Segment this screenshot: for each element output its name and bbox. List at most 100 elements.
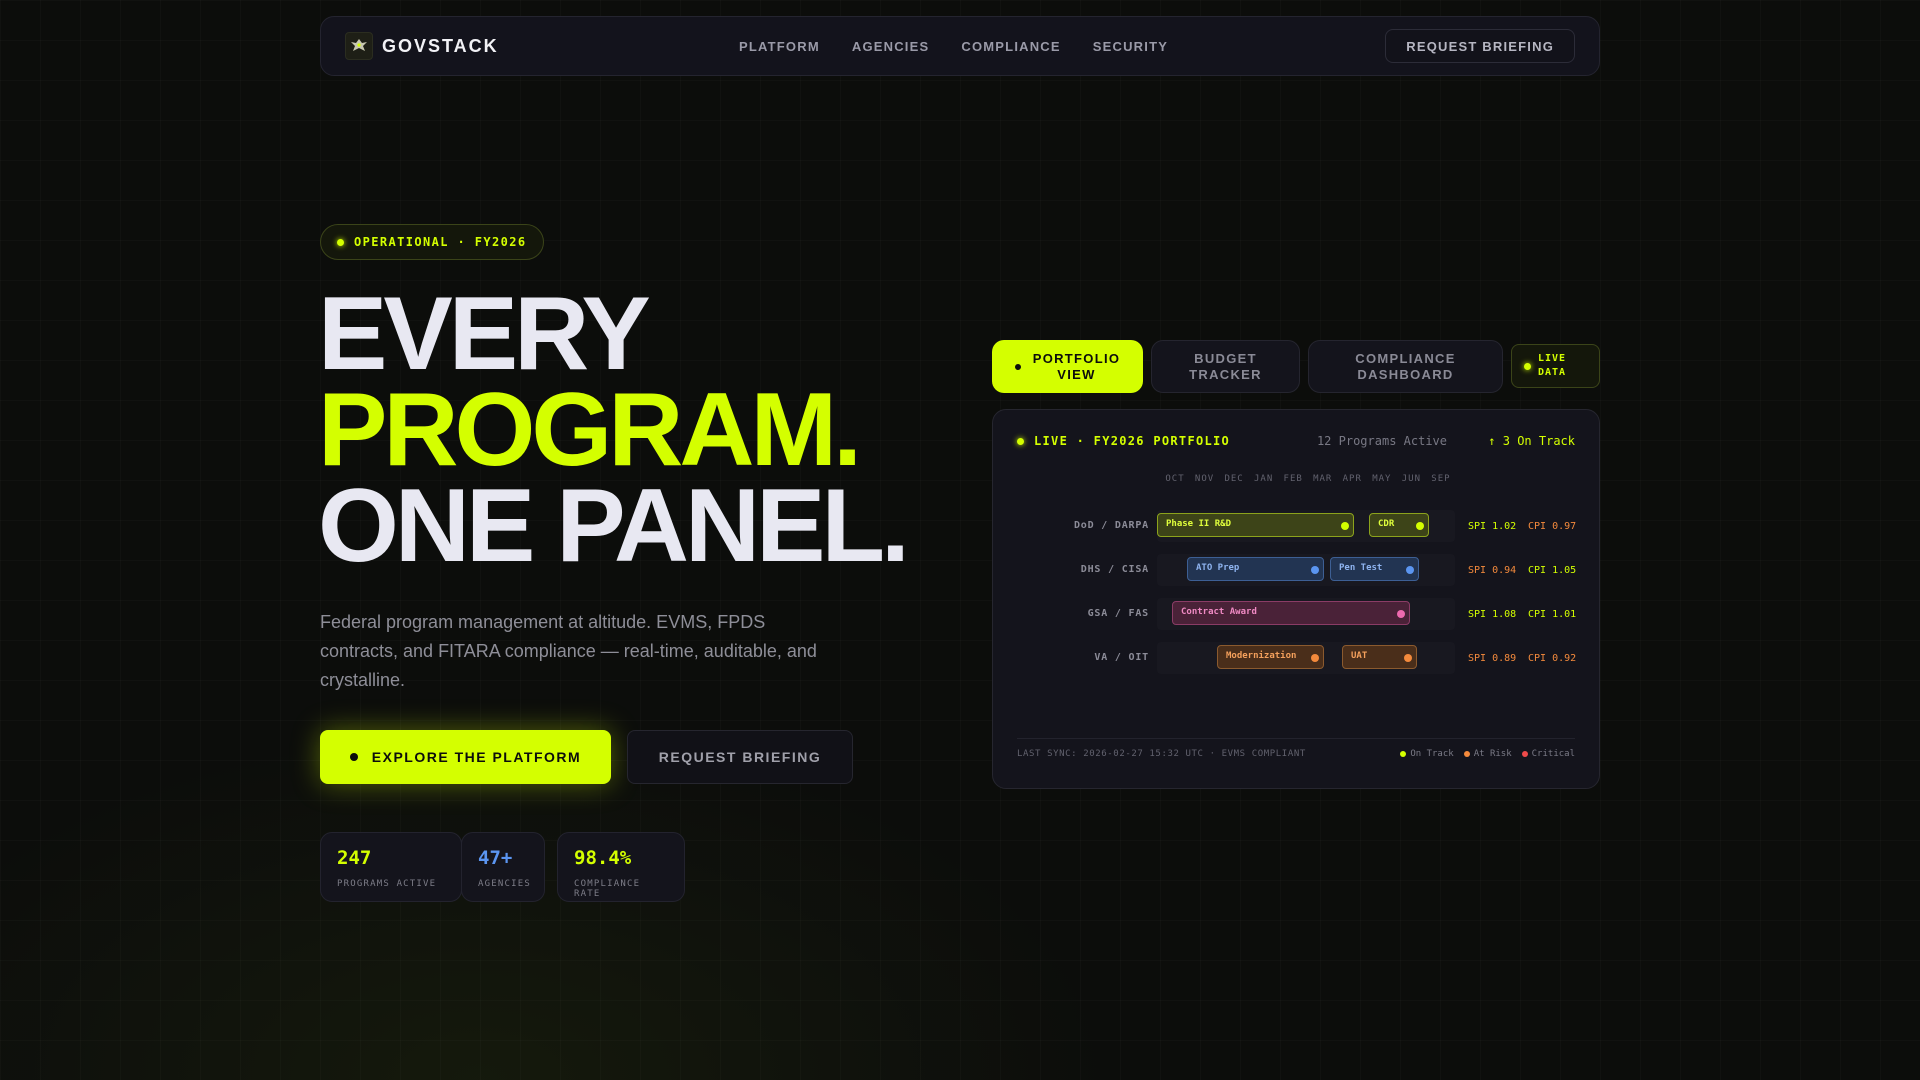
- headline-line-3: ONE PANEL.: [318, 468, 910, 584]
- program-row[interactable]: GSA / FAS Contract Award SPI 1.08 CPI 1.01: [993, 598, 1601, 630]
- month-label: JAN: [1254, 474, 1274, 484]
- milestone-label: Pen Test: [1339, 563, 1383, 573]
- stat-value: 247: [337, 847, 372, 869]
- stat-card-programs: 247 PROGRAMS ACTIVE: [320, 832, 462, 902]
- nav-links: PLATFORM AGENCIES COMPLIANCE SECURITY: [739, 39, 1168, 54]
- tab-label-line-2: VIEW: [1057, 366, 1096, 382]
- programs-active-count: 12 Programs Active: [1316, 434, 1447, 448]
- explore-platform-button[interactable]: EXPLORE THE PLATFORM: [320, 730, 611, 784]
- milestone-dot-icon: [1341, 522, 1349, 530]
- legend-label: At Risk: [1473, 749, 1512, 759]
- button-dot-icon: [349, 753, 358, 761]
- live-data-indicator[interactable]: LIVE DATA: [1511, 344, 1600, 388]
- headline-line-2: PROGRAM.: [318, 372, 862, 488]
- panel-footer: LAST SYNC: 2026-02-27 15:32 UTC · EVMS C…: [1017, 738, 1575, 759]
- tab-label-line-1: BUDGET: [1194, 350, 1257, 366]
- legend-item: At Risk: [1463, 749, 1512, 759]
- stat-label: AGENCIES: [478, 879, 531, 889]
- tab-portfolio-view[interactable]: PORTFOLIO VIEW: [992, 340, 1143, 393]
- legend-label: Critical: [1531, 749, 1575, 759]
- month-label: FEB: [1283, 474, 1303, 484]
- spi-metric: SPI 1.02: [1468, 521, 1517, 532]
- legend-item: Critical: [1521, 749, 1575, 759]
- timeline-track: Phase II R&D CDR: [1157, 510, 1455, 542]
- nav-link-platform[interactable]: PLATFORM: [739, 39, 820, 54]
- live-data-label: LIVE DATA: [1538, 353, 1567, 378]
- explore-platform-label: EXPLORE THE PLATFORM: [371, 749, 582, 765]
- panel-title: LIVE · FY2026 PORTFOLIO: [1034, 434, 1231, 448]
- milestone-bar[interactable]: CDR: [1369, 513, 1429, 537]
- nav-request-briefing-button[interactable]: REQUEST BRIEFING: [1385, 29, 1575, 63]
- milestone-bar[interactable]: ATO Prep: [1187, 557, 1324, 581]
- status-badge-text: OPERATIONAL · FY2026: [354, 235, 527, 249]
- status-dot-icon: [337, 238, 344, 246]
- month-label: DEC: [1224, 474, 1244, 484]
- cpi-metric: CPI 1.01: [1528, 609, 1577, 620]
- live-dot-icon: [1524, 362, 1531, 370]
- program-agency-label: DHS / CISA: [1080, 564, 1149, 575]
- milestone-bar[interactable]: Pen Test: [1330, 557, 1419, 581]
- last-sync-text: LAST SYNC: 2026-02-27 15:32 UTC · EVMS C…: [1017, 749, 1306, 759]
- status-legend: On Track At Risk Critical: [1400, 749, 1575, 759]
- spi-metric: SPI 1.08: [1468, 609, 1517, 620]
- month-label: MAY: [1372, 474, 1392, 484]
- milestone-dot-icon: [1406, 566, 1414, 574]
- program-agency-label: VA / OIT: [1094, 652, 1149, 663]
- month-label: MAR: [1313, 474, 1333, 484]
- stat-label: COMPLIANCE RATE: [574, 879, 641, 899]
- milestone-bar[interactable]: Modernization: [1217, 645, 1324, 669]
- nav-link-security[interactable]: SECURITY: [1093, 39, 1168, 54]
- top-nav: GOVSTACK PLATFORM AGENCIES COMPLIANCE SE…: [320, 16, 1600, 76]
- tab-label-line-2: DASHBOARD: [1357, 366, 1454, 382]
- program-row[interactable]: VA / OIT Modernization UAT SPI 0.89 CPI 0.92: [993, 642, 1601, 674]
- brand-logo[interactable]: GOVSTACK: [345, 32, 499, 60]
- milestone-label: CDR: [1378, 519, 1395, 529]
- milestone-label: Phase II R&D: [1166, 519, 1232, 529]
- live-dot-icon: [1017, 437, 1024, 445]
- on-track-count: ↑ 3 On Track: [1488, 434, 1575, 448]
- milestone-bar[interactable]: UAT: [1342, 645, 1417, 669]
- tab-compliance-dashboard[interactable]: COMPLIANCE DASHBOARD: [1308, 340, 1503, 393]
- legend-item: On Track: [1400, 749, 1454, 759]
- nav-link-compliance[interactable]: COMPLIANCE: [961, 39, 1060, 54]
- tab-dot-icon: [1014, 363, 1021, 370]
- month-label: SEP: [1431, 474, 1451, 484]
- tab-label-line-1: COMPLIANCE: [1355, 350, 1456, 366]
- milestone-bar[interactable]: Contract Award: [1172, 601, 1410, 625]
- timeline-track: Contract Award: [1157, 598, 1455, 630]
- status-badge: OPERATIONAL · FY2026: [320, 224, 544, 260]
- timeline-track: ATO Prep Pen Test: [1157, 554, 1455, 586]
- stat-card-compliance: 98.4% COMPLIANCE RATE: [557, 832, 685, 902]
- brand-name: GOVSTACK: [382, 35, 499, 56]
- legend-dot-icon: [1400, 751, 1407, 757]
- tab-budget-tracker[interactable]: BUDGET TRACKER: [1151, 340, 1300, 393]
- milestone-bar[interactable]: Phase II R&D: [1157, 513, 1354, 537]
- request-briefing-button[interactable]: REQUEST BRIEFING: [627, 730, 853, 784]
- eagle-icon: [345, 32, 373, 60]
- hero-headline: EVERY PROGRAM. ONE PANEL.: [318, 276, 910, 584]
- program-agency-label: DoD / DARPA: [1073, 520, 1149, 531]
- portfolio-panel: LIVE · FY2026 PORTFOLIO 12 Programs Acti…: [992, 409, 1600, 789]
- headline-line-1: EVERY: [318, 276, 651, 392]
- stat-value: 47+: [478, 847, 513, 869]
- month-label: OCT: [1165, 474, 1185, 484]
- timeline-track: Modernization UAT: [1157, 642, 1455, 674]
- spi-metric: SPI 0.89: [1468, 653, 1517, 664]
- milestone-dot-icon: [1397, 610, 1405, 618]
- nav-link-agencies[interactable]: AGENCIES: [852, 39, 930, 54]
- milestone-label: Contract Award: [1181, 607, 1257, 617]
- timeline-months: OCT NOV DEC JAN FEB MAR APR MAY JUN SEP: [1161, 474, 1455, 484]
- program-row[interactable]: DHS / CISA ATO Prep Pen Test SPI 0.94 CPI 1.…: [993, 554, 1601, 586]
- spi-metric: SPI 0.94: [1468, 565, 1517, 576]
- tab-label-line-2: TRACKER: [1189, 366, 1262, 382]
- program-agency-label: GSA / FAS: [1087, 608, 1149, 619]
- milestone-dot-icon: [1404, 654, 1412, 662]
- month-label: NOV: [1194, 474, 1215, 484]
- legend-dot-icon: [1463, 751, 1470, 757]
- cpi-metric: CPI 0.92: [1528, 653, 1577, 664]
- cpi-metric: CPI 1.05: [1528, 565, 1577, 576]
- stat-label: PROGRAMS ACTIVE: [337, 879, 437, 889]
- program-row[interactable]: DoD / DARPA Phase II R&D CDR SPI 1.02 CPI 0.…: [993, 510, 1601, 542]
- panel-header: LIVE · FY2026 PORTFOLIO 12 Programs Acti…: [1017, 434, 1575, 448]
- hero-subtitle: Federal program management at altitude. …: [320, 612, 817, 690]
